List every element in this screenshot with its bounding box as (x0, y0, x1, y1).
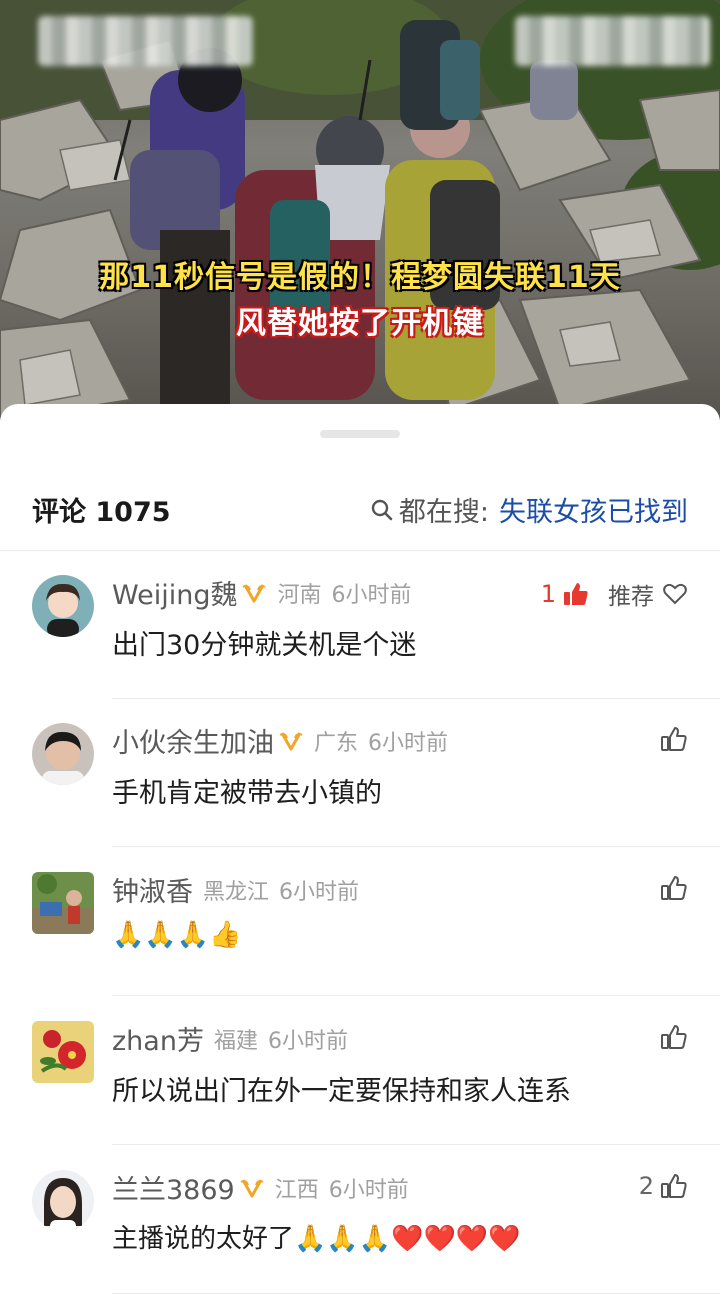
comment-time: 6小时前 (328, 1177, 409, 1203)
video-caption-line2: 风替她按了开机键 (236, 306, 484, 341)
like-count: 1 (540, 580, 556, 608)
comment-divider (112, 995, 720, 996)
comment-item: 兰兰3869 江西 6小时前 2 主播说的太好了🙏🙏🙏❤️❤️❤️❤️ (0, 1146, 720, 1294)
comment-text: 所以说出门在外一定要保持和家人连系 (112, 1076, 571, 1107)
comment-location: 江西 (274, 1177, 319, 1203)
comment-item: 钟淑香 黑龙江 6小时前 🙏🙏🙏👍 (0, 848, 720, 996)
verified-badge-icon (240, 1178, 264, 1197)
comment-time: 6小时前 (331, 582, 412, 608)
comment-meta: 小伙余生加油 广东 6小时前 (112, 721, 448, 760)
comment-header: 评论 1075 都在搜: 失联女孩已找到 (0, 476, 720, 540)
trending-search-topic[interactable]: 失联女孩已找到 (499, 490, 688, 529)
comment-divider (112, 846, 720, 847)
trending-search[interactable]: 都在搜: 失联女孩已找到 (369, 490, 688, 529)
comment-meta: 钟淑香 黑龙江 6小时前 (112, 870, 359, 909)
thumbs-up-icon (661, 727, 687, 751)
blurred-region-right (515, 16, 710, 66)
thumbs-up-icon (661, 876, 687, 900)
heart-icon[interactable] (662, 581, 688, 607)
comment-text: 出门30分钟就关机是个迷 (112, 630, 417, 661)
search-icon (371, 499, 393, 520)
avatar[interactable] (32, 872, 94, 934)
like-button[interactable]: 2 (639, 1172, 688, 1200)
trending-search-label: 都在搜: (398, 497, 489, 528)
username[interactable]: 钟淑香 (112, 870, 193, 909)
comment-location: 黑龙江 (203, 879, 270, 905)
avatar[interactable] (32, 1021, 94, 1083)
comment-divider (112, 1293, 720, 1294)
thumbs-up-icon (661, 1174, 687, 1198)
verified-badge-icon (242, 583, 266, 602)
comment-sheet: 评论 1075 都在搜: 失联女孩已找到 Weijing魏 河南 6小时前 1 … (0, 404, 720, 1314)
comment-time: 6小时前 (368, 730, 449, 756)
comment-text: 手机肯定被带去小镇的 (112, 778, 382, 809)
comment-location: 广东 (314, 730, 359, 756)
avatar[interactable] (32, 723, 94, 785)
like-button[interactable] (654, 874, 688, 902)
verified-badge-icon (279, 731, 303, 750)
comment-location: 福建 (213, 1028, 258, 1054)
video-player[interactable]: 那11秒信号是假的！程梦圆失联11天 风替她按了开机键 (0, 0, 720, 420)
comment-location: 河南 (277, 582, 322, 608)
comment-item: Weijing魏 河南 6小时前 1 推荐 出门30分钟就关机是个迷 (0, 551, 720, 699)
like-button[interactable] (654, 725, 688, 753)
comment-time: 6小时前 (267, 1028, 348, 1054)
comment-meta: Weijing魏 河南 6小时前 (112, 573, 412, 612)
avatar[interactable] (32, 1170, 94, 1232)
video-caption-line1: 那11秒信号是假的！程梦圆失联11天 (99, 260, 621, 295)
recommend-label[interactable]: 推荐 (608, 577, 654, 611)
like-count: 2 (638, 1172, 654, 1200)
comment-item: zhan芳 福建 6小时前 所以说出门在外一定要保持和家人连系 (0, 997, 720, 1145)
comment-divider (112, 1144, 720, 1145)
comment-meta: 兰兰3869 江西 6小时前 (112, 1168, 409, 1207)
thumbs-up-filled-icon (564, 583, 588, 605)
comment-item: 小伙余生加油 广东 6小时前 手机肯定被带去小镇的 (0, 699, 720, 847)
username[interactable]: zhan芳 (112, 1019, 204, 1058)
username[interactable]: 小伙余生加油 (112, 721, 274, 760)
like-button[interactable] (654, 1023, 688, 1051)
comment-time: 6小时前 (279, 879, 360, 905)
username[interactable]: Weijing魏 (112, 573, 237, 612)
comment-count-title: 评论 1075 (32, 497, 171, 528)
thumbs-up-icon (661, 1025, 687, 1049)
username[interactable]: 兰兰3869 (112, 1168, 235, 1207)
comment-meta: zhan芳 福建 6小时前 (112, 1019, 348, 1058)
avatar[interactable] (32, 575, 94, 637)
blurred-region-left (38, 16, 253, 66)
comment-text: 🙏🙏🙏👍 (112, 920, 242, 950)
like-button[interactable]: 1 推荐 (541, 577, 688, 611)
drag-handle[interactable] (320, 430, 400, 438)
comment-text: 主播说的太好了🙏🙏🙏❤️❤️❤️❤️ (112, 1224, 521, 1254)
